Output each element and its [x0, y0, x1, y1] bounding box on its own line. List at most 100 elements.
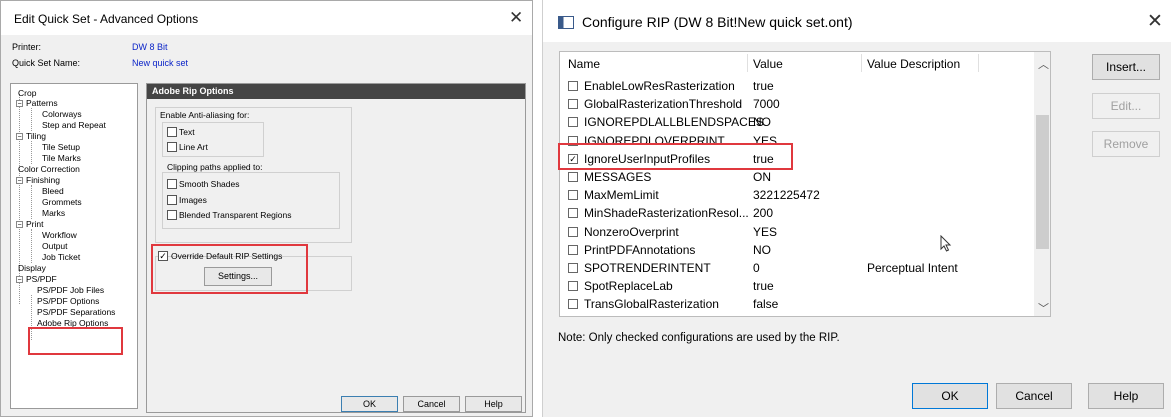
rip-setting-row[interactable]: SpotReplaceLab true — [560, 278, 1035, 296]
tree-item-step-and-repeat[interactable]: Step and Repeat — [42, 120, 106, 131]
tree-item-job-ticket[interactable]: Job Ticket — [42, 252, 80, 263]
collapse-icon[interactable]: − — [16, 133, 23, 141]
insert-button[interactable]: Insert... — [1092, 54, 1160, 80]
edit-quick-set-dialog: Edit Quick Set - Advanced Options ✕ Prin… — [0, 0, 533, 417]
setting-value: YES — [753, 224, 778, 239]
tree-item-display[interactable]: Display — [18, 263, 46, 274]
line-art-checkbox[interactable] — [167, 142, 177, 152]
tree-item-color-correction[interactable]: Color Correction — [18, 164, 80, 175]
right-close-icon[interactable]: ✕ — [1147, 10, 1163, 33]
tree-item-tiling[interactable]: Tiling — [26, 131, 46, 142]
text-label: Text — [179, 127, 195, 137]
smooth-shades-checkbox[interactable] — [167, 179, 177, 189]
text-checkbox[interactable] — [167, 127, 177, 137]
tree-item-tile-marks[interactable]: Tile Marks — [42, 153, 81, 164]
rip-setting-row[interactable]: SPOTRENDERINTENT 0 Perceptual Intent — [560, 260, 1035, 278]
setting-value: 0 — [753, 261, 760, 275]
setting-value: true — [753, 279, 774, 294]
left-title-bar: Edit Quick Set - Advanced Options ✕ — [1, 1, 532, 35]
rip-setting-row[interactable]: MinShadeRasterizationResol... 200 — [560, 205, 1035, 223]
clipping-label: Clipping paths applied to: — [167, 162, 263, 172]
row-checkbox[interactable] — [568, 281, 578, 292]
options-tree[interactable]: Crop − Patterns Colorways Step and Repea… — [10, 83, 138, 409]
scrollbar-thumb[interactable] — [1036, 115, 1049, 249]
tree-item-ps-pdf-options[interactable]: PS/PDF Options — [37, 296, 99, 307]
column-name-header[interactable]: Name — [568, 57, 600, 71]
right-dialog-title: Configure RIP (DW 8 Bit!New quick set.on… — [582, 14, 853, 30]
tree-item-colorways[interactable]: Colorways — [42, 109, 82, 120]
row-checkbox[interactable] — [568, 299, 578, 310]
tree-item-output[interactable]: Output — [42, 241, 68, 252]
setting-description: Perceptual Intent — [867, 261, 958, 275]
blended-regions-label: Blended Transparent Regions — [179, 210, 292, 220]
collapse-icon[interactable]: − — [16, 221, 23, 229]
smooth-shades-label: Smooth Shades — [179, 179, 240, 189]
window-icon — [558, 16, 574, 29]
rip-setting-row[interactable]: EnableLowResRasterization true — [560, 78, 1035, 96]
setting-name: GlobalRasterizationThreshold — [584, 97, 743, 112]
tree-item-ps-pdf-separations[interactable]: PS/PDF Separations — [37, 307, 115, 318]
row-checkbox[interactable] — [568, 172, 578, 182]
rip-setting-row[interactable]: MaxMemLimit 3221225472 — [560, 187, 1035, 205]
tree-item-workflow[interactable]: Workflow — [42, 230, 77, 241]
collapse-icon[interactable]: − — [16, 276, 23, 284]
rip-setting-row[interactable]: TransGlobalRasterization false — [560, 296, 1035, 314]
setting-name: MESSAGES — [584, 170, 652, 184]
setting-name: MinShadeRasterizationResol... — [584, 206, 749, 221]
remove-button[interactable]: Remove — [1092, 131, 1160, 157]
row-checkbox[interactable] — [568, 81, 578, 91]
row-checkbox[interactable] — [568, 244, 578, 255]
rip-settings-list[interactable]: Name Value Value Description EnableLowRe… — [559, 51, 1051, 317]
tree-item-tile-setup[interactable]: Tile Setup — [42, 142, 80, 153]
row-checkbox[interactable] — [568, 190, 578, 201]
rip-setting-row[interactable]: PrintPDFAnnotations NO — [560, 242, 1035, 260]
edit-button[interactable]: Edit... — [1092, 93, 1160, 119]
mouse-cursor-icon — [940, 235, 952, 252]
collapse-icon[interactable]: − — [16, 100, 23, 108]
tree-item-grommets[interactable]: Grommets — [42, 197, 82, 208]
setting-name: IGNOREPDLALLBLENDSPACES — [584, 115, 764, 130]
right-help-button[interactable]: Help — [1088, 383, 1164, 409]
row-checkbox[interactable] — [568, 208, 578, 219]
setting-value: 3221225472 — [753, 188, 820, 203]
antialias-options — [162, 122, 264, 157]
rip-setting-row[interactable]: IGNOREPDLALLBLENDSPACES NO — [560, 114, 1035, 132]
blended-regions-checkbox[interactable] — [167, 210, 177, 220]
row-checkbox[interactable] — [568, 226, 578, 237]
left-close-icon[interactable]: ✕ — [509, 8, 523, 28]
quickset-value: New quick set — [132, 58, 189, 68]
images-checkbox[interactable] — [167, 195, 177, 205]
row-checkbox[interactable] — [568, 263, 578, 273]
tree-item-marks[interactable]: Marks — [42, 208, 65, 219]
rip-setting-row[interactable]: MESSAGES ON — [560, 169, 1035, 187]
rip-setting-row[interactable]: NonzeroOverprint YES — [560, 224, 1035, 242]
column-value-header[interactable]: Value — [753, 57, 783, 71]
setting-name: PrintPDFAnnotations — [584, 242, 696, 257]
tree-item-patterns[interactable]: Patterns — [26, 98, 58, 109]
rip-setting-row[interactable]: GlobalRasterizationThreshold 7000 — [560, 96, 1035, 114]
setting-name: TransGlobalRasterization — [584, 297, 719, 312]
tree-item-bleed[interactable]: Bleed — [42, 186, 64, 197]
row-checkbox[interactable] — [568, 117, 578, 128]
setting-value: 200 — [753, 206, 774, 221]
column-description-header[interactable]: Value Description — [867, 57, 960, 71]
left-ok-button[interactable]: OK — [341, 396, 398, 412]
setting-value: false — [753, 297, 779, 312]
left-cancel-button[interactable]: Cancel — [403, 396, 460, 412]
tree-item-finishing[interactable]: Finishing — [26, 175, 60, 186]
tree-item-print[interactable]: Print — [26, 219, 43, 230]
row-checkbox[interactable] — [568, 99, 578, 110]
left-help-button[interactable]: Help — [465, 396, 522, 412]
left-dialog-title: Edit Quick Set - Advanced Options — [14, 12, 199, 26]
collapse-icon[interactable]: − — [16, 177, 23, 185]
setting-name: MaxMemLimit — [584, 188, 659, 203]
highlight-box — [151, 244, 308, 294]
scroll-up-icon[interactable]: ︿ — [1038, 56, 1049, 72]
right-cancel-button[interactable]: Cancel — [996, 383, 1072, 409]
setting-value: NO — [753, 242, 771, 257]
setting-value: true — [753, 79, 774, 93]
right-ok-button[interactable]: OK — [912, 383, 988, 409]
tree-item-ps-pdf-job-files[interactable]: PS/PDF Job Files — [37, 285, 104, 296]
tree-item-ps-pdf[interactable]: PS/PDF — [26, 274, 57, 285]
scroll-down-icon[interactable]: ﹀ — [1038, 300, 1049, 316]
